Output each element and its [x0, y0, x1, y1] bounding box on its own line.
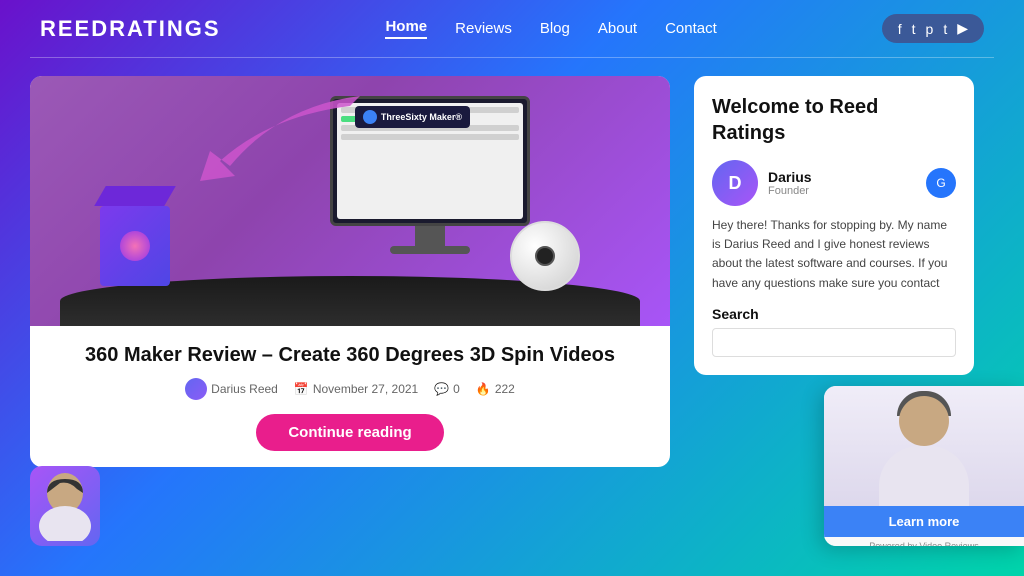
continue-reading-container: Continue reading	[50, 414, 650, 451]
logo: ReedRatings	[40, 16, 221, 42]
tumblr-icon[interactable]: t	[943, 21, 947, 37]
bottom-left-avatar	[30, 466, 100, 546]
nav-about[interactable]: About	[598, 20, 637, 37]
article-card: ThreeSixty Maker®	[30, 76, 670, 467]
monitor-stand	[415, 226, 445, 246]
youtube-icon[interactable]: ▶	[957, 20, 968, 37]
learn-more-button[interactable]: Learn more	[824, 506, 1024, 537]
product-badge: ThreeSixty Maker®	[355, 106, 470, 128]
author-name: Darius Reed	[211, 382, 278, 396]
badge-icon	[363, 110, 377, 124]
date-meta: 📅 November 27, 2021	[294, 382, 418, 396]
video-popup: Learn more Powered by Video Reviews	[824, 386, 1024, 546]
screen-bar-3	[341, 134, 519, 140]
comments-meta: 💬 0	[434, 382, 460, 396]
person-body	[879, 446, 969, 506]
calendar-icon: 📅	[294, 382, 309, 396]
continue-reading-button[interactable]: Continue reading	[256, 414, 443, 451]
sidebar-welcome-title: Welcome to Reed Ratings	[712, 94, 956, 146]
box-front	[100, 206, 170, 286]
person-head	[899, 396, 949, 446]
twitter-icon[interactable]: t	[912, 21, 916, 37]
nav-reviews[interactable]: Reviews	[455, 20, 512, 37]
author-meta: Darius Reed	[185, 378, 278, 400]
monitor-base	[390, 246, 470, 254]
author-avatar-small	[185, 378, 207, 400]
views-meta: 🔥 222	[476, 382, 515, 396]
powered-by-label: Powered by Video Reviews	[824, 537, 1024, 546]
views-count: 222	[495, 382, 515, 396]
sidebar-description: Hey there! Thanks for stopping by. My na…	[712, 216, 956, 296]
box-top	[94, 186, 176, 206]
nav-blog[interactable]: Blog	[540, 20, 570, 37]
article-body: 360 Maker Review – Create 360 Degrees 3D…	[30, 326, 670, 467]
avatar-illustration	[35, 471, 95, 541]
camera-lens	[535, 246, 555, 266]
comment-icon: 💬	[434, 382, 449, 396]
author-social-btn[interactable]: G	[926, 168, 956, 198]
sidebar-author-avatar: D	[712, 160, 758, 206]
sidebar-author-role: Founder	[768, 185, 916, 197]
search-label: Search	[712, 306, 956, 322]
article-meta: Darius Reed 📅 November 27, 2021 💬 0 🔥 22…	[50, 378, 650, 400]
views-icon: 🔥	[476, 382, 491, 396]
welcome-card: Welcome to Reed Ratings D Darius Founder…	[694, 76, 974, 375]
pinterest-icon[interactable]: p	[926, 21, 934, 37]
article-image: ThreeSixty Maker®	[30, 76, 670, 326]
article-title: 360 Maker Review – Create 360 Degrees 3D…	[50, 342, 650, 368]
social-icons-bar: f t p t ▶	[882, 14, 984, 43]
article-date: November 27, 2021	[313, 382, 418, 396]
box-circle	[120, 231, 150, 261]
sidebar-author-name: Darius	[768, 169, 916, 185]
comments-count: 0	[453, 382, 460, 396]
header: ReedRatings Home Reviews Blog About Cont…	[0, 0, 1024, 57]
author-info: Darius Founder	[768, 169, 916, 197]
product-box	[90, 186, 180, 286]
facebook-icon[interactable]: f	[898, 21, 902, 37]
author-row: D Darius Founder G	[712, 160, 956, 206]
main-nav: Home Reviews Blog About Contact	[385, 18, 716, 39]
nav-contact[interactable]: Contact	[665, 20, 717, 37]
video-popup-header	[824, 386, 1024, 506]
nav-home[interactable]: Home	[385, 18, 427, 39]
search-input[interactable]	[712, 328, 956, 357]
camera-ball	[510, 221, 580, 291]
